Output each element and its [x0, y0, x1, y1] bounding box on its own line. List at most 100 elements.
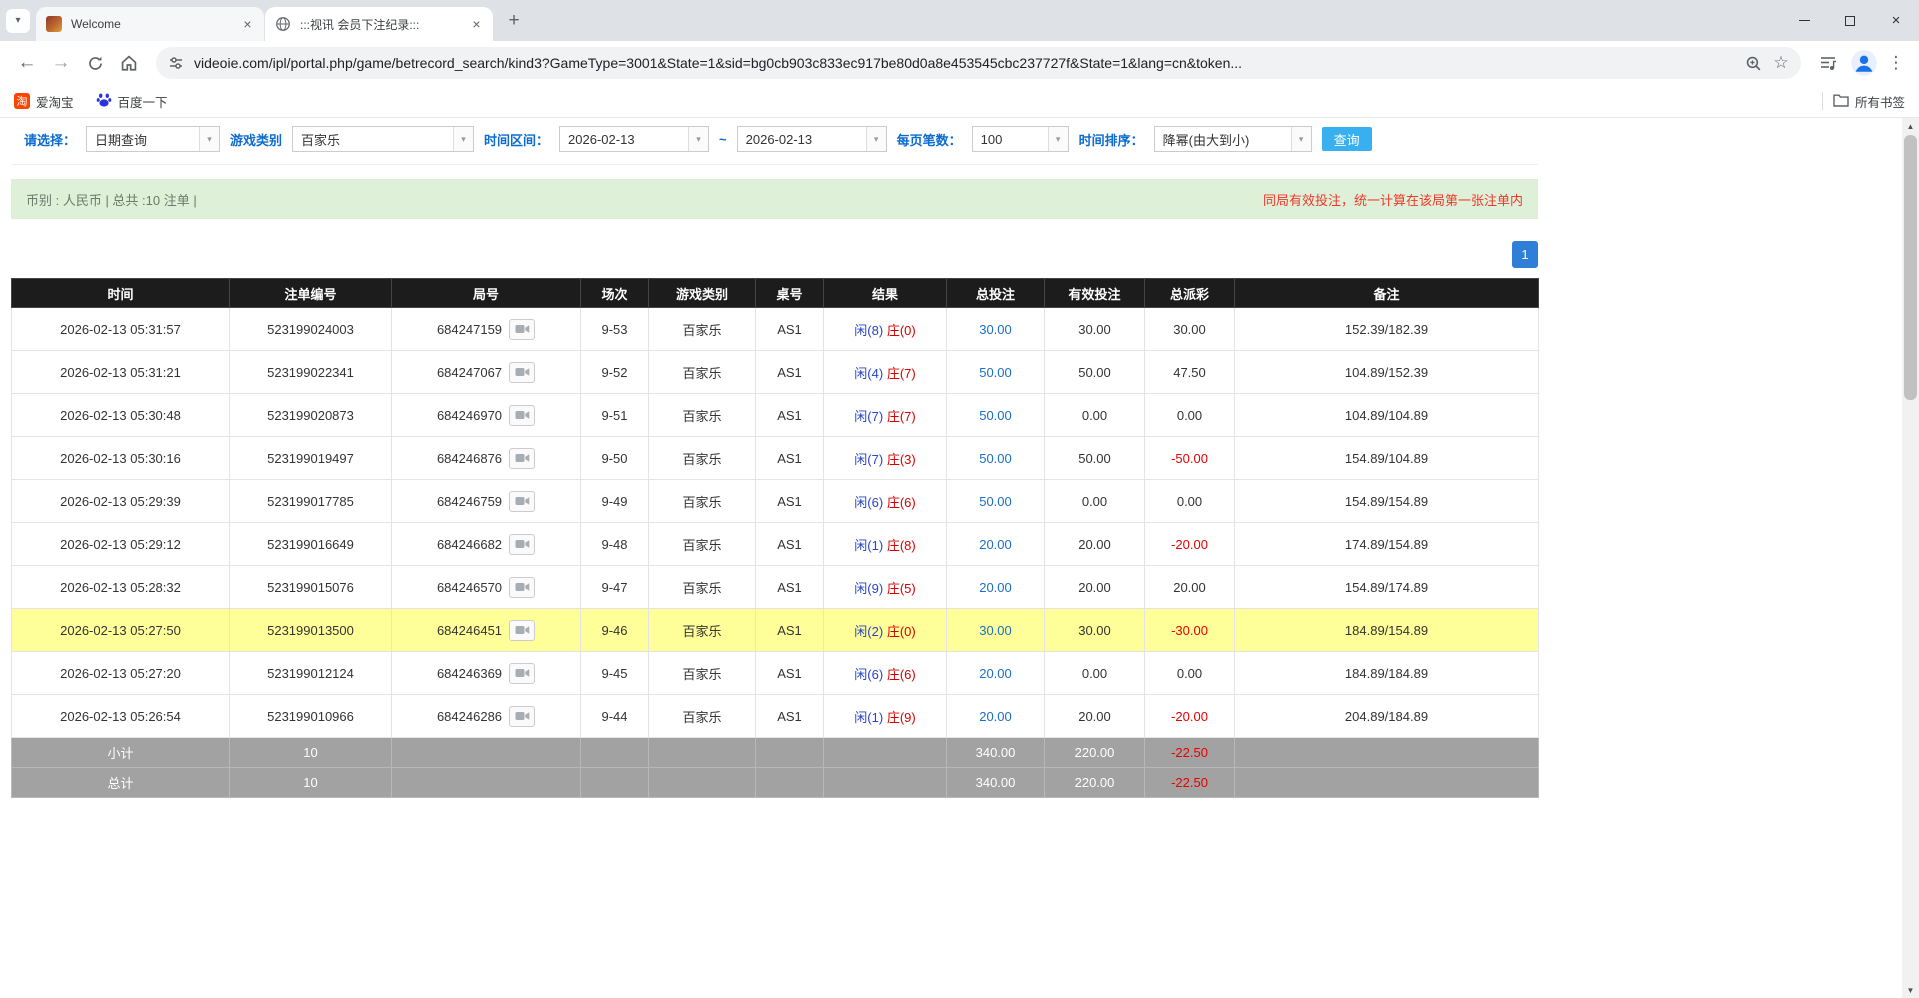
search-button[interactable]: 查询	[1322, 127, 1372, 151]
cell-payout: -20.00	[1145, 695, 1235, 738]
table-body: 2026-02-13 05:31:57 523199024003 6842471…	[12, 308, 1539, 738]
close-tab-icon[interactable]: ×	[468, 16, 485, 33]
close-window-button[interactable]: ×	[1873, 0, 1919, 41]
total-bet-link[interactable]: 30.00	[979, 322, 1012, 337]
all-bookmarks-label: 所有书签	[1855, 92, 1905, 111]
subtotal-valid-bet: 220.00	[1045, 738, 1145, 768]
video-replay-icon[interactable]	[509, 491, 535, 512]
tab-welcome[interactable]: Welcome ×	[36, 7, 264, 41]
maximize-button[interactable]	[1827, 0, 1873, 41]
media-controls-icon[interactable]	[1811, 46, 1845, 80]
cell-table-no: AS1	[756, 308, 824, 351]
forward-button[interactable]: →	[44, 46, 78, 80]
round-id-text: 684246369	[437, 666, 502, 681]
col-header-note: 备注	[1235, 279, 1539, 308]
video-replay-icon[interactable]	[509, 663, 535, 684]
round-id-text: 684246570	[437, 580, 502, 595]
total-bet-link[interactable]: 20.00	[979, 580, 1012, 595]
back-button[interactable]: ←	[10, 46, 44, 80]
video-replay-icon[interactable]	[509, 577, 535, 598]
game-type-select[interactable]: 百家乐 ▾	[292, 126, 474, 152]
total-bet-link[interactable]: 20.00	[979, 666, 1012, 681]
cell-round-id: 684246876	[392, 437, 581, 480]
video-replay-icon[interactable]	[509, 620, 535, 641]
close-tab-icon[interactable]: ×	[239, 16, 256, 33]
page-size-select[interactable]: 100 ▾	[972, 126, 1069, 152]
browser-menu-icon[interactable]: ⋮	[1883, 46, 1909, 80]
video-replay-icon[interactable]	[509, 448, 535, 469]
all-bookmarks-button[interactable]: 所有书签	[1833, 92, 1905, 111]
table-row: 2026-02-13 05:30:48 523199020873 6842469…	[12, 394, 1539, 437]
date-to-input[interactable]: 2026-02-13 ▾	[737, 126, 887, 152]
video-replay-icon[interactable]	[509, 319, 535, 340]
cell-game-type: 百家乐	[649, 609, 756, 652]
tab-search-button[interactable]: ▾	[6, 9, 30, 33]
welcome-favicon-icon	[46, 16, 62, 32]
cell-session: 9-44	[581, 695, 649, 738]
cell-session: 9-48	[581, 523, 649, 566]
cell-note: 152.39/182.39	[1235, 308, 1539, 351]
video-replay-icon[interactable]	[509, 706, 535, 727]
chevron-down-icon: ▾	[688, 127, 708, 151]
page-1-button[interactable]: 1	[1512, 241, 1538, 268]
time-sort-select[interactable]: 降幂(由大到小) ▾	[1154, 126, 1312, 152]
table-header-row: 时间 注单编号 局号 场次 游戏类别 桌号 结果 总投注 有效投注 总派彩 备注	[12, 279, 1539, 308]
browser-toolbar: ← → videoie.com/ipl/portal.php/game/betr…	[0, 41, 1919, 85]
date-from-input[interactable]: 2026-02-13 ▾	[559, 126, 709, 152]
cell-bet-id: 523199019497	[230, 437, 392, 480]
bookmark-aitaobao[interactable]: 淘 爱淘宝	[14, 92, 74, 111]
profile-avatar[interactable]	[1849, 48, 1879, 78]
player-result: 闲(7)	[854, 452, 883, 467]
table-row: 2026-02-13 05:26:54 523199010966 6842462…	[12, 695, 1539, 738]
total-bet-link[interactable]: 50.00	[979, 451, 1012, 466]
cell-payout: 30.00	[1145, 308, 1235, 351]
scrollbar-thumb[interactable]	[1904, 135, 1917, 400]
bookmark-star-icon[interactable]: ☆	[1767, 49, 1795, 77]
cell-table-no: AS1	[756, 351, 824, 394]
col-header-time: 时间	[12, 279, 230, 308]
table-row: 2026-02-13 05:30:16 523199019497 6842468…	[12, 437, 1539, 480]
cell-time: 2026-02-13 05:30:16	[12, 437, 230, 480]
page-size-label: 每页笔数：	[897, 130, 962, 149]
minimize-button[interactable]	[1781, 0, 1827, 41]
col-header-game-type: 游戏类别	[649, 279, 756, 308]
banker-result: 庄(7)	[887, 409, 916, 424]
taobao-icon: 淘	[14, 93, 30, 109]
cell-time: 2026-02-13 05:26:54	[12, 695, 230, 738]
query-type-select[interactable]: 日期查询 ▾	[86, 126, 220, 152]
bookmark-baidu[interactable]: 百度一下	[96, 92, 168, 111]
video-replay-icon[interactable]	[509, 534, 535, 555]
page-scrollbar[interactable]: ▲ ▼	[1902, 118, 1919, 998]
total-bet-link[interactable]: 30.00	[979, 623, 1012, 638]
cell-time: 2026-02-13 05:28:32	[12, 566, 230, 609]
scroll-up-arrow[interactable]: ▲	[1902, 118, 1919, 134]
cell-valid-bet: 0.00	[1045, 480, 1145, 523]
total-bet-link[interactable]: 20.00	[979, 537, 1012, 552]
site-info-icon[interactable]	[168, 55, 184, 71]
home-button[interactable]	[112, 46, 146, 80]
total-payout: -22.50	[1145, 768, 1235, 798]
cell-bet-id: 523199020873	[230, 394, 392, 437]
total-bet-link[interactable]: 50.00	[979, 494, 1012, 509]
video-replay-icon[interactable]	[509, 362, 535, 383]
tab-bet-record[interactable]: :::视讯 会员下注纪录::: ×	[265, 7, 493, 41]
cell-valid-bet: 50.00	[1045, 437, 1145, 480]
cell-bet-id: 523199016649	[230, 523, 392, 566]
player-result: 闲(1)	[854, 538, 883, 553]
player-result: 闲(8)	[854, 323, 883, 338]
new-tab-button[interactable]: +	[500, 7, 528, 35]
total-bet-link[interactable]: 20.00	[979, 709, 1012, 724]
zoom-icon[interactable]	[1739, 49, 1767, 77]
refresh-button[interactable]	[78, 46, 112, 80]
round-id-text: 684246451	[437, 623, 502, 638]
address-bar[interactable]: videoie.com/ipl/portal.php/game/betrecor…	[156, 47, 1801, 79]
cell-note: 154.89/104.89	[1235, 437, 1539, 480]
scroll-down-arrow[interactable]: ▼	[1902, 982, 1919, 998]
select-type-label: 请选择：	[24, 130, 76, 149]
video-replay-icon[interactable]	[509, 405, 535, 426]
total-bet-link[interactable]: 50.00	[979, 408, 1012, 423]
total-bet-link[interactable]: 50.00	[979, 365, 1012, 380]
col-header-bet-id: 注单编号	[230, 279, 392, 308]
cell-bet-id: 523199017785	[230, 480, 392, 523]
subtotal-total-bet: 340.00	[947, 738, 1045, 768]
